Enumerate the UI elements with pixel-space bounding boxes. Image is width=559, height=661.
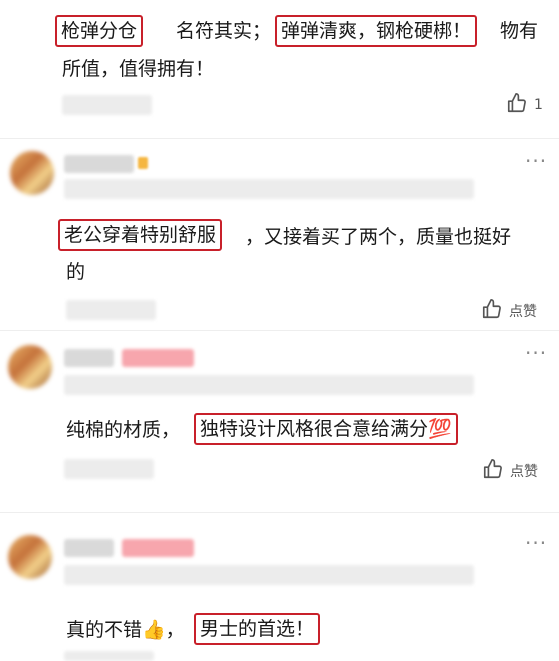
comment-3: ··· 纯棉的材质， 独特设计风格很合意给满分💯 点赞: [0, 331, 559, 501]
like-count: 1: [534, 97, 543, 113]
comment-text: 名符其实；: [176, 20, 272, 42]
blurred-meta: [64, 565, 474, 585]
blurred-meta: [62, 95, 152, 115]
thumbs-up-icon: [481, 298, 503, 324]
blurred-username: [64, 539, 114, 557]
more-dots-icon[interactable]: ···: [525, 149, 547, 173]
thumbs-up-icon: [482, 458, 504, 484]
blurred-meta: [64, 375, 474, 395]
highlight-box: 老公穿着特别舒服: [58, 219, 223, 251]
comment-text: 所值，值得拥有！: [62, 58, 215, 80]
blurred-meta: [64, 459, 154, 479]
highlight-box: 男士的首选！: [194, 613, 321, 645]
blurred-username: [64, 155, 134, 173]
blurred-meta: [64, 179, 474, 199]
more-dots-icon[interactable]: ···: [525, 531, 547, 555]
badge-icon: [138, 157, 148, 169]
blurred-tag: [122, 539, 194, 557]
highlight-box: 独特设计风格很合意给满分💯: [194, 413, 458, 445]
comment-1: 枪弹分仓 名符其实； 弹弹清爽，钢枪硬梆！ 物有 所值，值得拥有！ 1: [0, 0, 559, 130]
highlight-box: 弹弹清爽，钢枪硬梆！: [275, 15, 478, 47]
thumbs-up-icon: [506, 92, 528, 118]
comment-text: 真的不错👍，: [66, 619, 185, 641]
blurred-username: [64, 349, 114, 367]
like-label: 点赞: [509, 304, 537, 320]
like-button[interactable]: 点赞: [481, 298, 537, 324]
blurred-tag: [122, 349, 194, 367]
like-button[interactable]: 1: [506, 92, 543, 118]
highlight-box: 枪弹分仓: [55, 15, 144, 47]
comment-4: ··· 真的不错👍， 男士的首选！: [0, 513, 559, 661]
comment-text: 物有: [500, 20, 539, 42]
like-label: 点赞: [510, 464, 538, 480]
like-button[interactable]: 点赞: [482, 458, 538, 484]
blurred-meta: [66, 300, 156, 320]
comment-text: 纯棉的材质，: [66, 419, 181, 441]
comment-2: ··· 老公穿着特别舒服 ，又接着买了两个，质量也挺好 的 点赞: [0, 139, 559, 329]
blurred-meta: [64, 651, 154, 661]
comment-text: 的: [66, 261, 86, 283]
avatar[interactable]: [8, 345, 52, 389]
avatar[interactable]: [8, 535, 52, 579]
more-dots-icon[interactable]: ···: [525, 341, 547, 365]
comment-text: ，又接着买了两个，质量也挺好: [245, 226, 512, 248]
avatar[interactable]: [10, 151, 54, 195]
